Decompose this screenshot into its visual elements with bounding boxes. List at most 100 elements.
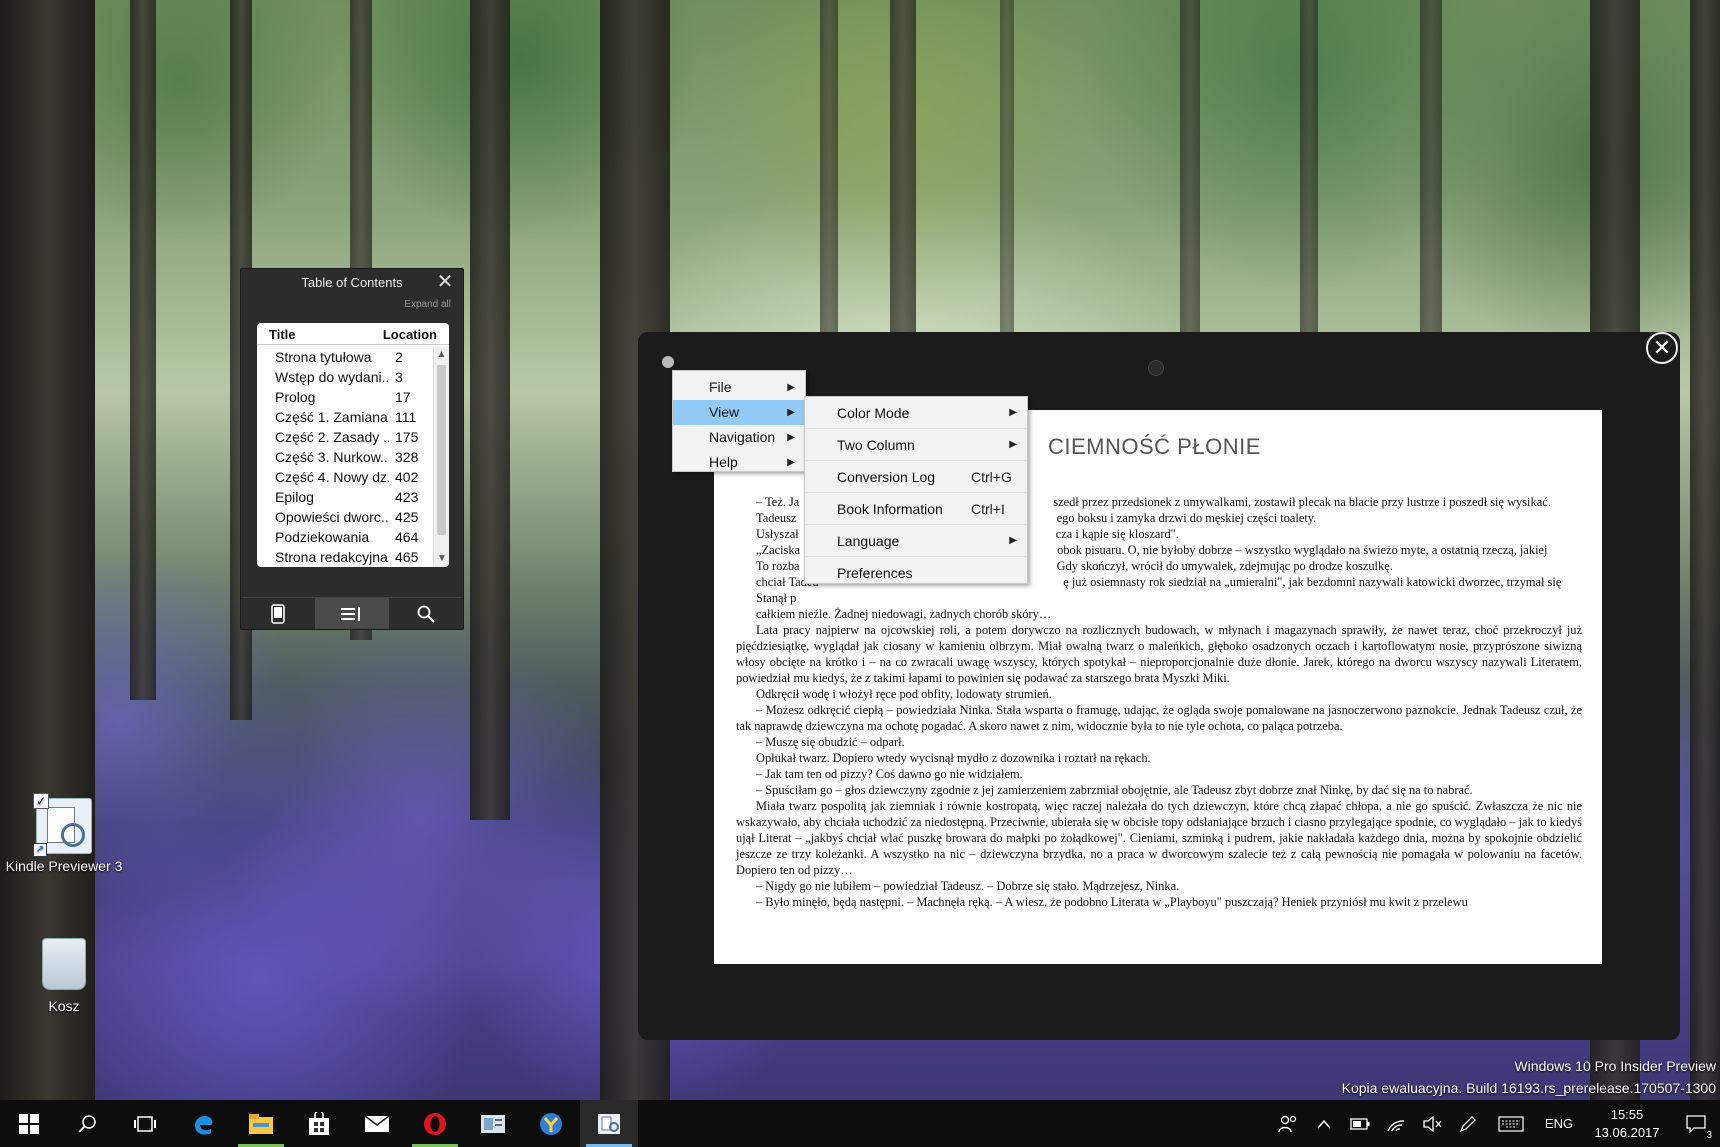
tab-search[interactable]	[389, 598, 463, 629]
camera-icon	[1148, 360, 1164, 376]
toc-row-title: Prolog	[275, 389, 316, 405]
people-icon	[1278, 1115, 1297, 1132]
windows-start-icon	[19, 1113, 39, 1134]
toc-row-location: 425	[395, 509, 419, 525]
menu-item-label: Language	[837, 533, 900, 549]
battery-button[interactable]	[1342, 1100, 1378, 1147]
ebook-app-icon	[481, 1114, 505, 1133]
toc-row-title: Strona tytułowa	[275, 349, 372, 365]
desktop-icon-kindle-previewer[interactable]: ✓ ↗ Kindle Previewer 3	[4, 793, 124, 874]
page-paragraph: – Było minęło, będą następni. – Machnęła…	[756, 895, 1468, 909]
toc-row[interactable]: Część 4. Nowy dz... 402	[257, 467, 433, 487]
task-view-button[interactable]	[116, 1100, 174, 1147]
view-menu-item-language[interactable]: Language ▶	[805, 525, 1027, 557]
taskbar-app-edge[interactable]	[174, 1100, 232, 1147]
toc-row-title: Część 1. Zamiana	[275, 409, 388, 425]
toc-row[interactable]: Strona redakcyjna 465	[257, 547, 433, 567]
menu-item-help[interactable]: Help ▶	[673, 450, 805, 475]
scroll-up-icon[interactable]: ▲	[434, 347, 449, 363]
menu-item-navigation[interactable]: Navigation ▶	[673, 425, 805, 450]
view-menu-item-conversion-log[interactable]: Conversion Log Ctrl+G	[805, 461, 1027, 493]
panel-title: Table of Contents	[301, 275, 403, 290]
toc-row[interactable]: Strona tytułowa 2	[257, 347, 433, 367]
menu-icon[interactable]	[662, 356, 674, 368]
toc-row-title: Strona redakcyjna	[275, 549, 388, 565]
scrollbar[interactable]: ▲ ▼	[433, 347, 449, 567]
volume-button[interactable]	[1414, 1100, 1450, 1147]
view-menu-item-two-column[interactable]: Two Column ▶	[805, 429, 1027, 461]
taskbar-app-opera[interactable]	[406, 1100, 464, 1147]
mail-icon	[364, 1114, 390, 1132]
menu-item-file[interactable]: File ▶	[673, 375, 805, 400]
shortcut-arrow-icon: ↗	[33, 843, 47, 857]
submenu-arrow-icon: ▶	[787, 432, 795, 443]
menu-item-label: Preferences	[837, 565, 913, 581]
yandex-icon	[540, 1112, 562, 1135]
column-header-location[interactable]: Location	[383, 327, 437, 344]
page-paragraph: – Muszę się obudzić – odparł.	[756, 735, 905, 749]
taskbar-app-kindle-previewer[interactable]	[580, 1100, 638, 1147]
toc-row-location: 423	[395, 489, 419, 505]
tab-device[interactable]	[241, 598, 315, 629]
close-icon[interactable]: ✕	[435, 272, 455, 293]
toc-row[interactable]: Część 3. Nurkow... 328	[257, 447, 433, 467]
clock-date: 13.06.2017	[1594, 1124, 1660, 1140]
view-menu-item-book-information[interactable]: Book Information Ctrl+I	[805, 493, 1027, 525]
scroll-thumb[interactable]	[437, 365, 446, 535]
toc-row[interactable]: Epilog 423	[257, 487, 433, 507]
toc-row[interactable]: Opowieści dworc... 425	[257, 507, 433, 527]
toc-row[interactable]: Część 1. Zamiana 111	[257, 407, 433, 427]
toc-row-title: Epilog	[275, 489, 314, 505]
submenu-arrow-icon: ▶	[787, 407, 795, 418]
toc-row-location: 3	[395, 369, 403, 385]
action-center-button[interactable]: 3	[1672, 1100, 1720, 1147]
people-button[interactable]	[1270, 1100, 1306, 1147]
toc-row[interactable]: Prolog 17	[257, 387, 433, 407]
page-paragraph: Stanął p	[756, 591, 1054, 605]
clock[interactable]: 15:55 13.06.2017	[1582, 1106, 1672, 1142]
network-button[interactable]	[1378, 1100, 1414, 1147]
volume-muted-icon	[1423, 1115, 1442, 1132]
submenu-arrow-icon: ▶	[1009, 439, 1017, 450]
toc-row[interactable]: Wstęp do wydani... 3	[257, 367, 433, 387]
taskbar-app-ebook[interactable]	[464, 1100, 522, 1147]
taskbar-search-button[interactable]	[58, 1100, 116, 1147]
toc-rows: Strona tytułowa 2 Wstęp do wydani... 3 Prolo…	[257, 347, 433, 567]
taskbar-app-store[interactable]	[290, 1100, 348, 1147]
view-menu-item-color-mode[interactable]: Color Mode ▶	[805, 397, 1027, 429]
wifi-icon	[1387, 1119, 1405, 1131]
battery-icon	[1350, 1117, 1370, 1130]
search-icon	[78, 1114, 96, 1133]
clock-time: 15:55	[1610, 1106, 1644, 1122]
toc-row[interactable]: Podziekowania 464	[257, 527, 433, 547]
page-paragraph: Odkręcił wodę i włożył ręce pod obfity, …	[756, 687, 1052, 701]
taskbar-app-yandex[interactable]	[522, 1100, 580, 1147]
edge-icon	[195, 1115, 213, 1135]
page-paragraph: – Spuściłam go – głos dziewczyny zgodnie…	[756, 783, 1473, 797]
view-menu-item-preferences[interactable]: Preferences	[805, 557, 1027, 589]
start-button[interactable]	[0, 1100, 58, 1147]
tab-table-of-contents[interactable]	[315, 598, 389, 629]
column-header-title[interactable]: Title	[269, 327, 383, 344]
desktop-icon-recycle-bin[interactable]: Kosz	[4, 934, 124, 1014]
taskbar-app-file-explorer[interactable]	[232, 1100, 290, 1147]
page-paragraph: – Możesz odkręcić ciepłą – powiedziała N…	[736, 703, 1582, 733]
taskbar-app-mail[interactable]	[348, 1100, 406, 1147]
toc-row[interactable]: Część 2. Zasady ... 175	[257, 427, 433, 447]
toc-row-title: Część 4. Nowy dz...	[275, 469, 389, 485]
pen-workspace-button[interactable]	[1450, 1100, 1486, 1147]
device-icon	[271, 603, 285, 624]
expand-all-link[interactable]: Expand all	[241, 297, 463, 315]
scroll-down-icon[interactable]: ▼	[434, 551, 449, 567]
close-button[interactable]: ✕	[1646, 332, 1678, 364]
touch-keyboard-button[interactable]	[1486, 1100, 1536, 1147]
view-submenu: Color Mode ▶ Two Column ▶ Conversion Log Ctrl…	[804, 396, 1028, 584]
submenu-arrow-icon: ▶	[787, 382, 795, 393]
notifications-icon	[1686, 1114, 1706, 1133]
toc-list: Title Location Strona tytułowa 2 Wstęp do …	[257, 323, 449, 567]
show-hidden-icons-button[interactable]	[1306, 1100, 1342, 1147]
input-language-button[interactable]: ENG	[1536, 1116, 1582, 1131]
desktop-icon-label: Kosz	[48, 998, 80, 1014]
toc-row-title: Podziekowania	[275, 529, 370, 545]
menu-item-view[interactable]: View ▶	[673, 400, 805, 425]
